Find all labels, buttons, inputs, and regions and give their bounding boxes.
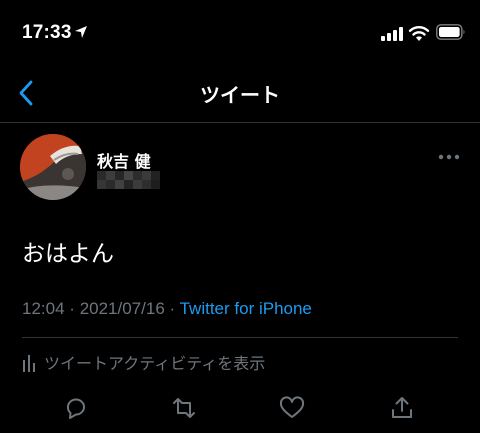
- tweet-source-link[interactable]: Twitter for iPhone: [180, 299, 312, 318]
- page-title: ツイート: [200, 83, 280, 107]
- location-arrow-icon: [75, 26, 87, 38]
- status-bar: 17:33: [0, 0, 480, 64]
- tweet-text: おはよん: [22, 241, 114, 267]
- signal-icon: [381, 27, 403, 41]
- avatar-image: [20, 134, 86, 200]
- author-name[interactable]: 秋吉 健: [97, 148, 151, 172]
- battery-icon: [436, 24, 465, 40]
- wifi-icon: [408, 26, 430, 41]
- tweet-time: 12:04: [22, 299, 65, 318]
- analytics-icon: [23, 355, 35, 372]
- like-icon[interactable]: [278, 394, 306, 422]
- tweet-date: 2021/07/16: [79, 299, 165, 318]
- action-bar: [0, 388, 480, 428]
- retweet-icon[interactable]: [170, 394, 198, 422]
- author-handle-pixelated: [97, 171, 160, 189]
- meta-separator: ·: [69, 299, 75, 318]
- more-icon[interactable]: [436, 150, 462, 164]
- divider: [22, 337, 458, 338]
- nav-bar: ツイート: [0, 64, 480, 123]
- tweet-meta: 12:04 · 2021/07/16 · Twitter for iPhone: [22, 299, 312, 319]
- share-icon[interactable]: [388, 394, 416, 422]
- activity-label: ツイートアクティビティを表示: [44, 354, 266, 373]
- status-time: 17:33: [22, 22, 72, 43]
- avatar[interactable]: [20, 134, 86, 200]
- reply-icon[interactable]: [62, 394, 90, 422]
- tweet-activity-link[interactable]: ツイートアクティビティを表示: [22, 350, 265, 374]
- meta-separator: ·: [169, 299, 176, 318]
